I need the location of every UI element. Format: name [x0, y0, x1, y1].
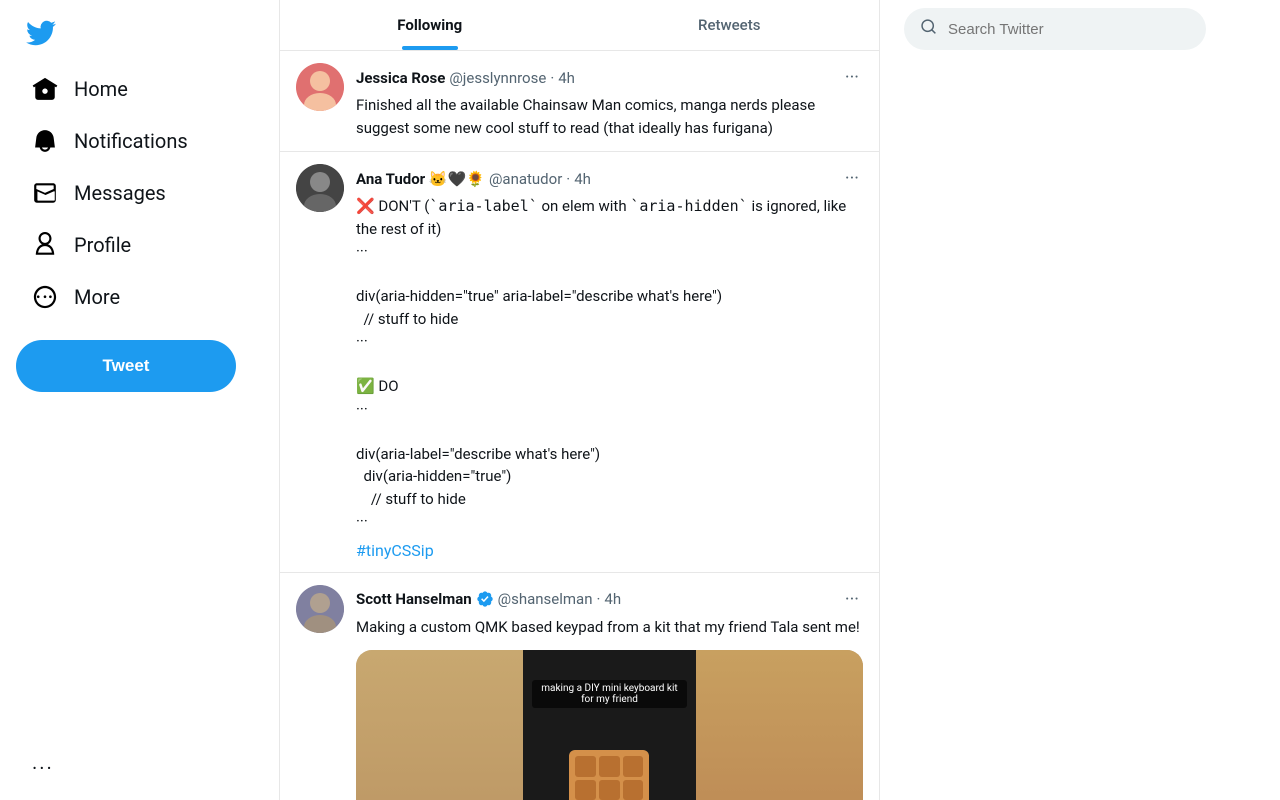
sidebar-item-messages[interactable]: Messages: [16, 168, 263, 218]
tweet-author-handle: @jesslynnrose: [449, 69, 546, 87]
keypad-grid: [569, 750, 649, 800]
tweet-text: Finished all the available Chainsaw Man …: [356, 94, 863, 139]
search-icon: [920, 18, 938, 40]
sidebar-more-dots[interactable]: ···: [16, 744, 263, 792]
sidebar-item-profile[interactable]: Profile: [16, 220, 263, 270]
avatar: [296, 164, 344, 212]
tweet-more-button[interactable]: ···: [841, 63, 863, 92]
tweet-header: Jessica Rose @jesslynnrose · 4h ···: [356, 63, 863, 92]
sidebar: Home Notifications Messages Profile More: [0, 0, 280, 800]
tweet-header: Ana Tudor 🐱🖤🌻 @anatudor · 4h ···: [356, 164, 863, 193]
tweet-card: Ana Tudor 🐱🖤🌻 @anatudor · 4h ··· ❌ DON'T…: [280, 152, 879, 573]
tweet-meta: Ana Tudor 🐱🖤🌻 @anatudor · 4h: [356, 170, 591, 188]
tweet-meta: Jessica Rose @jesslynnrose · 4h: [356, 69, 575, 87]
bell-icon: [32, 128, 58, 154]
tweet-button[interactable]: Tweet: [16, 340, 236, 392]
search-bar[interactable]: [904, 8, 1206, 50]
tweet-author-handle: @shanselman: [498, 590, 593, 608]
tweet-author-handle: @anatudor: [489, 170, 562, 188]
tweet-card: Jessica Rose @jesslynnrose · 4h ··· Fini…: [280, 51, 879, 152]
twitter-logo[interactable]: [16, 8, 66, 58]
sidebar-item-label: Profile: [74, 233, 131, 257]
tweet-more-button[interactable]: ···: [841, 585, 863, 614]
avatar: [296, 63, 344, 111]
feed-tabs: Following Retweets: [280, 0, 879, 51]
avatar: [296, 585, 344, 633]
tweet-text: Making a custom QMK based keypad from a …: [356, 616, 863, 639]
tweet-time: ·: [566, 170, 570, 188]
sidebar-item-notifications[interactable]: Notifications: [16, 116, 263, 166]
tweet-body: Scott Hanselman @shanselman · 4h ··· Mak…: [356, 585, 863, 800]
tweet-more-button[interactable]: ···: [841, 164, 863, 193]
tweet-header: Scott Hanselman @shanselman · 4h ···: [356, 585, 863, 614]
tweet-time: ·: [550, 69, 554, 87]
tweet-hashtag: #tinyCSSip: [356, 541, 863, 560]
sidebar-item-home[interactable]: Home: [16, 64, 263, 114]
tweet-body: Ana Tudor 🐱🖤🌻 @anatudor · 4h ··· ❌ DON'T…: [356, 164, 863, 560]
sidebar-item-label: More: [74, 285, 120, 309]
sidebar-item-label: Home: [74, 77, 128, 101]
mail-icon: [32, 180, 58, 206]
tweet-body: Jessica Rose @jesslynnrose · 4h ··· Fini…: [356, 63, 863, 139]
tab-following[interactable]: Following: [280, 0, 580, 50]
main-feed: Following Retweets Jessica Rose @jesslyn…: [280, 0, 880, 800]
home-icon: [32, 76, 58, 102]
tweet-author-name: Ana Tudor 🐱🖤🌻: [356, 170, 485, 188]
search-input[interactable]: [948, 21, 1190, 38]
sidebar-nav: Home Notifications Messages Profile More: [16, 62, 263, 324]
tweet-meta: Scott Hanselman @shanselman · 4h: [356, 590, 621, 608]
tweet-time-value: 4h: [574, 170, 591, 188]
hashtag-link[interactable]: #tinyCSSip: [356, 541, 434, 560]
tweet-time: ·: [597, 590, 601, 608]
tweet-image[interactable]: making a DIY mini keyboard kit for my fr…: [356, 650, 863, 800]
more-icon: [32, 284, 58, 310]
verified-badge: [476, 590, 494, 608]
tweet-author-name: Scott Hanselman: [356, 590, 472, 608]
sidebar-item-more[interactable]: More: [16, 272, 263, 322]
tweet-author-name: Jessica Rose: [356, 69, 445, 87]
tweet-text: ❌ DON'T (`aria-label` on elem with `aria…: [356, 195, 863, 533]
tweet-time-value: 4h: [604, 590, 621, 608]
sidebar-item-label: Notifications: [74, 129, 188, 153]
right-sidebar: [880, 0, 1230, 800]
tweet-card: Scott Hanselman @shanselman · 4h ··· Mak…: [280, 573, 879, 800]
image-overlay-text: making a DIY mini keyboard kit for my fr…: [532, 680, 687, 708]
tab-retweets[interactable]: Retweets: [580, 0, 880, 50]
sidebar-item-label: Messages: [74, 181, 166, 205]
keyboard-image-content: making a DIY mini keyboard kit for my fr…: [356, 650, 863, 800]
tweet-time-value: 4h: [558, 69, 575, 87]
person-icon: [32, 232, 58, 258]
